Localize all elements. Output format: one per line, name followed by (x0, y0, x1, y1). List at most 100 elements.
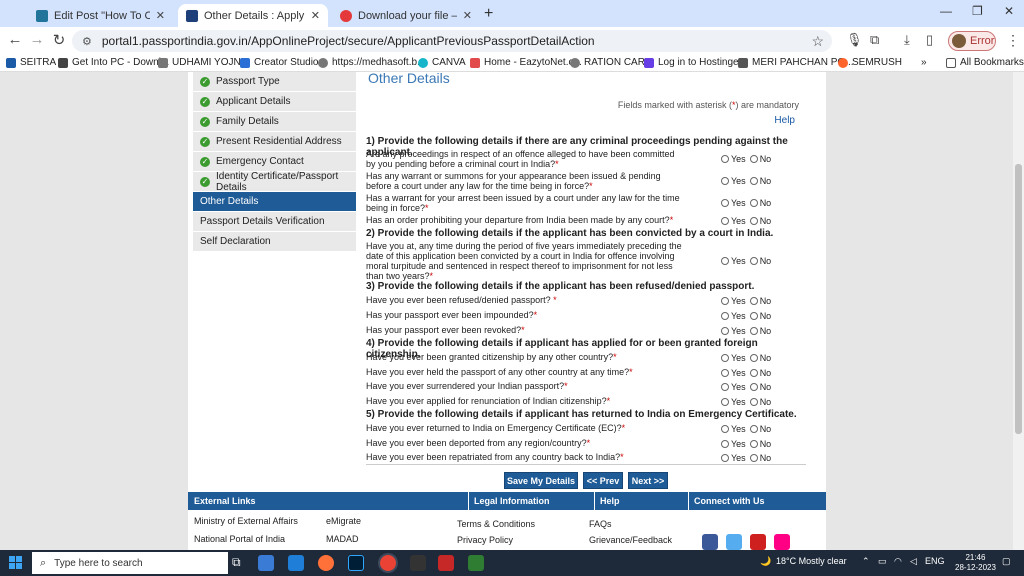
bookmark-creator-studio[interactable]: Creator Studio (240, 57, 318, 68)
help-link[interactable]: Help (774, 115, 795, 126)
no-radio[interactable] (749, 398, 758, 406)
prev-button[interactable]: << Prev (583, 472, 623, 489)
footer-link-faqs[interactable]: FAQs (589, 519, 612, 529)
restore-icon[interactable]: ❐ (972, 4, 983, 18)
download-icon[interactable]: ⤓ (904, 32, 910, 48)
footer-link-terms[interactable]: Terms & Conditions (457, 519, 535, 529)
volume-icon[interactable]: ◁ (910, 556, 917, 567)
yes-radio[interactable] (721, 177, 729, 185)
network-icon[interactable]: ▭ (878, 556, 887, 567)
footer-link-grievance[interactable]: Grievance/Feedback (589, 535, 672, 545)
site-info-icon[interactable]: ⚙ (82, 35, 92, 48)
edge-icon[interactable] (288, 555, 304, 571)
sidebar-item-applicant-details[interactable]: ✓ Applicant Details (193, 92, 356, 112)
side-panel-icon[interactable]: ▯ (926, 32, 933, 48)
yes-radio[interactable] (721, 454, 729, 462)
minimize-icon[interactable]: — (940, 4, 952, 18)
no-radio[interactable] (749, 177, 758, 185)
no-radio[interactable] (749, 297, 758, 305)
no-radio[interactable] (749, 369, 758, 377)
close-icon[interactable]: ✕ (463, 9, 472, 22)
weather-text[interactable]: 18°C Mostly clear (776, 556, 847, 566)
yes-radio[interactable] (721, 425, 729, 433)
sidebar-item-family-details[interactable]: ✓ Family Details (193, 112, 356, 132)
youtube-icon[interactable] (750, 534, 766, 550)
yes-radio[interactable] (721, 354, 729, 362)
app-icon[interactable] (468, 555, 484, 571)
yes-radio[interactable] (721, 383, 729, 391)
footer-link-mea[interactable]: Ministry of External Affairs (194, 516, 298, 526)
app-icon[interactable] (410, 555, 426, 571)
profile-error-button[interactable]: Error (948, 31, 996, 51)
bookmarks-overflow[interactable]: » (921, 57, 927, 68)
new-tab-button[interactable]: + (484, 5, 493, 23)
footer-link-emigrate[interactable]: eMigrate (326, 516, 361, 526)
no-radio[interactable] (749, 217, 758, 225)
sidebar-item-passport-verification[interactable]: Passport Details Verification (193, 212, 356, 232)
notification-icon[interactable]: ▢ (1002, 556, 1011, 567)
no-radio[interactable] (749, 425, 758, 433)
tab-edit-post[interactable]: Edit Post "How To Change Tatkal ✕ (28, 4, 173, 27)
no-radio[interactable] (749, 383, 758, 391)
yes-radio[interactable] (721, 297, 729, 305)
close-window-icon[interactable]: ✕ (1004, 4, 1014, 18)
sidebar-item-self-declaration[interactable]: Self Declaration (193, 232, 356, 252)
scrollbar-thumb[interactable] (1015, 164, 1022, 434)
bookmark-semrush[interactable]: SEMRUSH (838, 57, 902, 68)
photoshop-icon[interactable] (348, 555, 364, 571)
yes-radio[interactable] (721, 257, 729, 265)
sidebar-item-present-address[interactable]: ✓ Present Residential Address (193, 132, 356, 152)
close-icon[interactable]: ✕ (311, 9, 320, 22)
app-icon[interactable] (438, 555, 454, 571)
taskbar-search-input[interactable]: ⌕ Type here to search (32, 552, 228, 574)
yes-radio[interactable] (721, 199, 729, 207)
windows-start-icon[interactable] (9, 556, 23, 570)
sidebar-item-emergency-contact[interactable]: ✓ Emergency Contact (193, 152, 356, 172)
address-bar[interactable]: ⚙ portal1.passportindia.gov.in/AppOnline… (72, 30, 832, 52)
bookmark-udhami[interactable]: UDHAMI YOJNA (158, 57, 247, 68)
footer-link-privacy[interactable]: Privacy Policy (457, 535, 513, 545)
no-radio[interactable] (749, 327, 758, 335)
yes-radio[interactable] (721, 155, 729, 163)
taskbar-clock[interactable]: 21:46 28-12-2023 (955, 553, 996, 573)
sidebar-item-other-details[interactable]: Other Details (193, 192, 356, 212)
sidebar-item-identity-certificate[interactable]: ✓ Identity Certificate/Passport Details (193, 171, 356, 193)
bookmark-seitra[interactable]: SEITRA (6, 57, 56, 68)
twitter-icon[interactable] (726, 534, 742, 550)
no-radio[interactable] (749, 257, 758, 265)
firefox-icon[interactable] (318, 555, 334, 571)
file-explorer-icon[interactable] (258, 555, 274, 571)
bookmark-hostinger[interactable]: Log in to Hostinger (644, 57, 742, 68)
back-icon[interactable]: ← (6, 31, 24, 48)
facebook-icon[interactable] (702, 534, 718, 550)
extensions-icon[interactable]: ⧉ (870, 32, 879, 48)
task-view-icon[interactable]: ⧉ (232, 555, 248, 571)
close-icon[interactable]: ✕ (156, 9, 165, 22)
yes-radio[interactable] (721, 312, 729, 320)
next-button[interactable]: Next >> (628, 472, 668, 489)
bookmark-meri-pahchan[interactable]: MERI PAHCHAN PO... (738, 57, 854, 68)
bookmark-ration-card[interactable]: RATION CARD (570, 57, 652, 68)
no-radio[interactable] (749, 454, 758, 462)
tab-convertio[interactable]: Download your file — Convertio ✕ (332, 4, 480, 27)
no-radio[interactable] (749, 354, 758, 362)
yes-radio[interactable] (721, 369, 729, 377)
yes-radio[interactable] (721, 398, 729, 406)
save-my-details-button[interactable]: Save My Details (504, 472, 578, 489)
forward-icon[interactable]: → (28, 31, 46, 48)
wifi-icon[interactable]: ◠ (894, 556, 902, 567)
yes-radio[interactable] (721, 440, 729, 448)
bookmark-medhasoft[interactable]: https://medhasoft.b... (318, 57, 425, 68)
chevron-up-icon[interactable]: ⌃ (862, 556, 870, 567)
menu-icon[interactable]: ⋮ (1006, 32, 1020, 49)
no-radio[interactable] (749, 440, 758, 448)
bookmark-canva[interactable]: CANVA (418, 57, 466, 68)
no-radio[interactable] (749, 155, 758, 163)
bookmark-eazytonet[interactable]: Home - EazytoNet.c... (470, 57, 582, 68)
yes-radio[interactable] (721, 217, 729, 225)
chrome-icon[interactable] (380, 555, 396, 571)
footer-link-madad[interactable]: MADAD (326, 534, 359, 544)
all-bookmarks[interactable]: All Bookmarks (946, 57, 1024, 68)
tab-other-details[interactable]: Other Details : Apply for Fresh P ✕ (178, 4, 328, 27)
bookmark-getintopc[interactable]: Get Into PC - Downl... (58, 57, 169, 68)
